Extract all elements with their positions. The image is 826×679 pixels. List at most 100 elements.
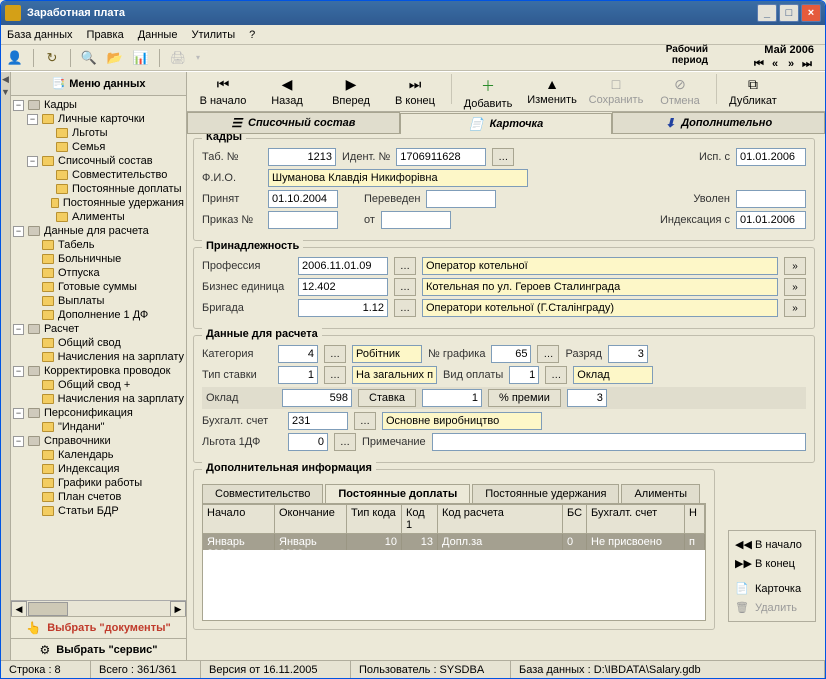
isp-input[interactable] bbox=[736, 148, 806, 166]
per-input[interactable] bbox=[426, 190, 496, 208]
l1-lookup-button[interactable]: … bbox=[334, 433, 356, 451]
l1-input[interactable] bbox=[288, 433, 328, 451]
tree-sov[interactable]: Совместительство bbox=[13, 168, 184, 182]
okl-input[interactable] bbox=[282, 389, 352, 407]
prem-input[interactable] bbox=[567, 389, 607, 407]
tst-text-input[interactable] bbox=[352, 366, 437, 384]
panel-delete-button[interactable]: 🗑Удалить bbox=[733, 598, 811, 617]
nav-forward-button[interactable]: ▶Вперед bbox=[321, 74, 381, 109]
tree-kor[interactable]: −Корректировка проводок bbox=[13, 364, 184, 378]
tab-list[interactable]: ☰Списочный состав bbox=[187, 112, 400, 133]
be-code-input[interactable] bbox=[298, 278, 388, 296]
ident-input[interactable] bbox=[396, 148, 486, 166]
search-icon[interactable]: 🔍 bbox=[81, 50, 97, 66]
col-bs[interactable]: БС bbox=[563, 505, 587, 534]
prof-text-input[interactable] bbox=[422, 257, 778, 275]
ident-lookup-button[interactable]: … bbox=[492, 148, 514, 166]
bs-input[interactable] bbox=[288, 412, 348, 430]
subtab-alimenty[interactable]: Алименты bbox=[621, 484, 700, 503]
tree-ps[interactable]: План счетов bbox=[13, 490, 184, 504]
idxs-input[interactable] bbox=[736, 211, 806, 229]
be-lookup-button[interactable]: … bbox=[394, 278, 416, 296]
save-button[interactable]: □Сохранить bbox=[586, 74, 646, 108]
stavka-button[interactable]: Ставка bbox=[358, 389, 416, 407]
stv-input[interactable] bbox=[422, 389, 482, 407]
menu-database[interactable]: База данных bbox=[7, 29, 73, 41]
chart-icon[interactable]: 📊 bbox=[133, 50, 149, 66]
tst-lookup-button[interactable]: … bbox=[324, 366, 346, 384]
col-kodrascheta[interactable]: Код расчета bbox=[438, 505, 563, 534]
be-text-input[interactable] bbox=[422, 278, 778, 296]
edit-button[interactable]: ▲Изменить bbox=[522, 74, 582, 108]
kat-lookup-button[interactable]: … bbox=[324, 345, 346, 363]
refresh-icon[interactable]: ↻ bbox=[44, 50, 60, 66]
be-more-button[interactable]: » bbox=[784, 278, 806, 296]
vop-text-input[interactable] bbox=[573, 366, 653, 384]
ngr-input[interactable] bbox=[491, 345, 531, 363]
tree-per[interactable]: −Персонификация bbox=[13, 406, 184, 420]
period-next-icon[interactable]: » bbox=[784, 58, 798, 71]
close-button[interactable]: × bbox=[801, 4, 821, 22]
tst-input[interactable] bbox=[278, 366, 318, 384]
tree-lk[interactable]: −Личные карточки bbox=[13, 112, 184, 126]
prim-input[interactable] bbox=[432, 433, 806, 451]
prin-input[interactable] bbox=[268, 190, 338, 208]
tab-additional[interactable]: ⬇Дополнительно bbox=[612, 112, 825, 133]
tree-hscroll[interactable]: ◀▶ bbox=[11, 600, 186, 616]
col-kod1[interactable]: Код 1 bbox=[402, 505, 438, 534]
tree-nach[interactable]: Начисления на зарплату bbox=[13, 350, 184, 364]
tree-ras[interactable]: −Расчет bbox=[13, 322, 184, 336]
tree-pdop[interactable]: Постоянные доплаты bbox=[13, 182, 184, 196]
tree-ind[interactable]: "Индани" bbox=[13, 420, 184, 434]
subtab-doplaty[interactable]: Постоянные доплаты bbox=[325, 484, 470, 503]
tree-nach2[interactable]: Начисления на зарплату bbox=[13, 392, 184, 406]
select-documents-button[interactable]: 👆Выбрать "документы" bbox=[11, 616, 186, 638]
tree-sp[interactable]: −Списочный состав bbox=[13, 154, 184, 168]
br-lookup-button[interactable]: … bbox=[394, 299, 416, 317]
tree[interactable]: −Кадры −Личные карточки Льготы Семья −Сп… bbox=[11, 96, 186, 600]
subtab-sovmest[interactable]: Совместительство bbox=[202, 484, 323, 503]
col-bschet[interactable]: Бухгалт. счет bbox=[587, 505, 685, 534]
menu-edit[interactable]: Правка bbox=[87, 29, 124, 41]
period-last-icon[interactable]: ⏭ bbox=[800, 58, 814, 71]
tree-osv2[interactable]: Общий свод + bbox=[13, 378, 184, 392]
dopinfo-grid[interactable]: Начало Окончание Тип кода Код 1 Код расч… bbox=[202, 504, 706, 621]
col-n[interactable]: Н bbox=[685, 505, 705, 534]
bs-lookup-button[interactable]: … bbox=[354, 412, 376, 430]
menu-data[interactable]: Данные bbox=[138, 29, 178, 41]
prof-lookup-button[interactable]: … bbox=[394, 257, 416, 275]
col-nachalo[interactable]: Начало bbox=[203, 505, 275, 534]
select-service-button[interactable]: ⚙Выбрать "сервис" bbox=[11, 638, 186, 660]
tree-spr[interactable]: −Справочники bbox=[13, 434, 184, 448]
tree-idx[interactable]: Индексация bbox=[13, 462, 184, 476]
grid-row[interactable]: Январь 2006 Январь 2009 10 13 Допл.за вр… bbox=[203, 534, 705, 550]
prof-more-button[interactable]: » bbox=[784, 257, 806, 275]
folder-icon[interactable]: 📂 bbox=[107, 50, 123, 66]
br-code-input[interactable] bbox=[298, 299, 388, 317]
kat-input[interactable] bbox=[278, 345, 318, 363]
tree-otp[interactable]: Отпуска bbox=[13, 266, 184, 280]
menu-utilities[interactable]: Утилиты bbox=[191, 29, 235, 41]
br-text-input[interactable] bbox=[422, 299, 778, 317]
tree-dop1[interactable]: Дополнение 1 ДФ bbox=[13, 308, 184, 322]
uvo-input[interactable] bbox=[736, 190, 806, 208]
prik-input[interactable] bbox=[268, 211, 338, 229]
menu-help[interactable]: ? bbox=[249, 29, 255, 41]
tree-kadry[interactable]: −Кадры bbox=[13, 98, 184, 112]
nav-end-button[interactable]: ⏭В конец bbox=[385, 74, 445, 109]
tabno-input[interactable] bbox=[268, 148, 336, 166]
col-tipkoda[interactable]: Тип кода bbox=[347, 505, 402, 534]
tree-bdr[interactable]: Статьи БДР bbox=[13, 504, 184, 518]
subtab-uderzh[interactable]: Постоянные удержания bbox=[472, 484, 619, 503]
prof-code-input[interactable] bbox=[298, 257, 388, 275]
period-first-icon[interactable]: ⏮ bbox=[752, 58, 766, 71]
tree-ali[interactable]: Алименты bbox=[13, 210, 184, 224]
kat-text-input[interactable] bbox=[352, 345, 422, 363]
ot-input[interactable] bbox=[381, 211, 451, 229]
user-icon[interactable]: 👤 bbox=[7, 50, 23, 66]
br-more-button[interactable]: » bbox=[784, 299, 806, 317]
panel-end-button[interactable]: ▶▶В конец bbox=[733, 554, 811, 573]
maximize-button[interactable]: □ bbox=[779, 4, 799, 22]
col-okonchanie[interactable]: Окончание bbox=[275, 505, 347, 534]
tree-gr[interactable]: Графики работы bbox=[13, 476, 184, 490]
